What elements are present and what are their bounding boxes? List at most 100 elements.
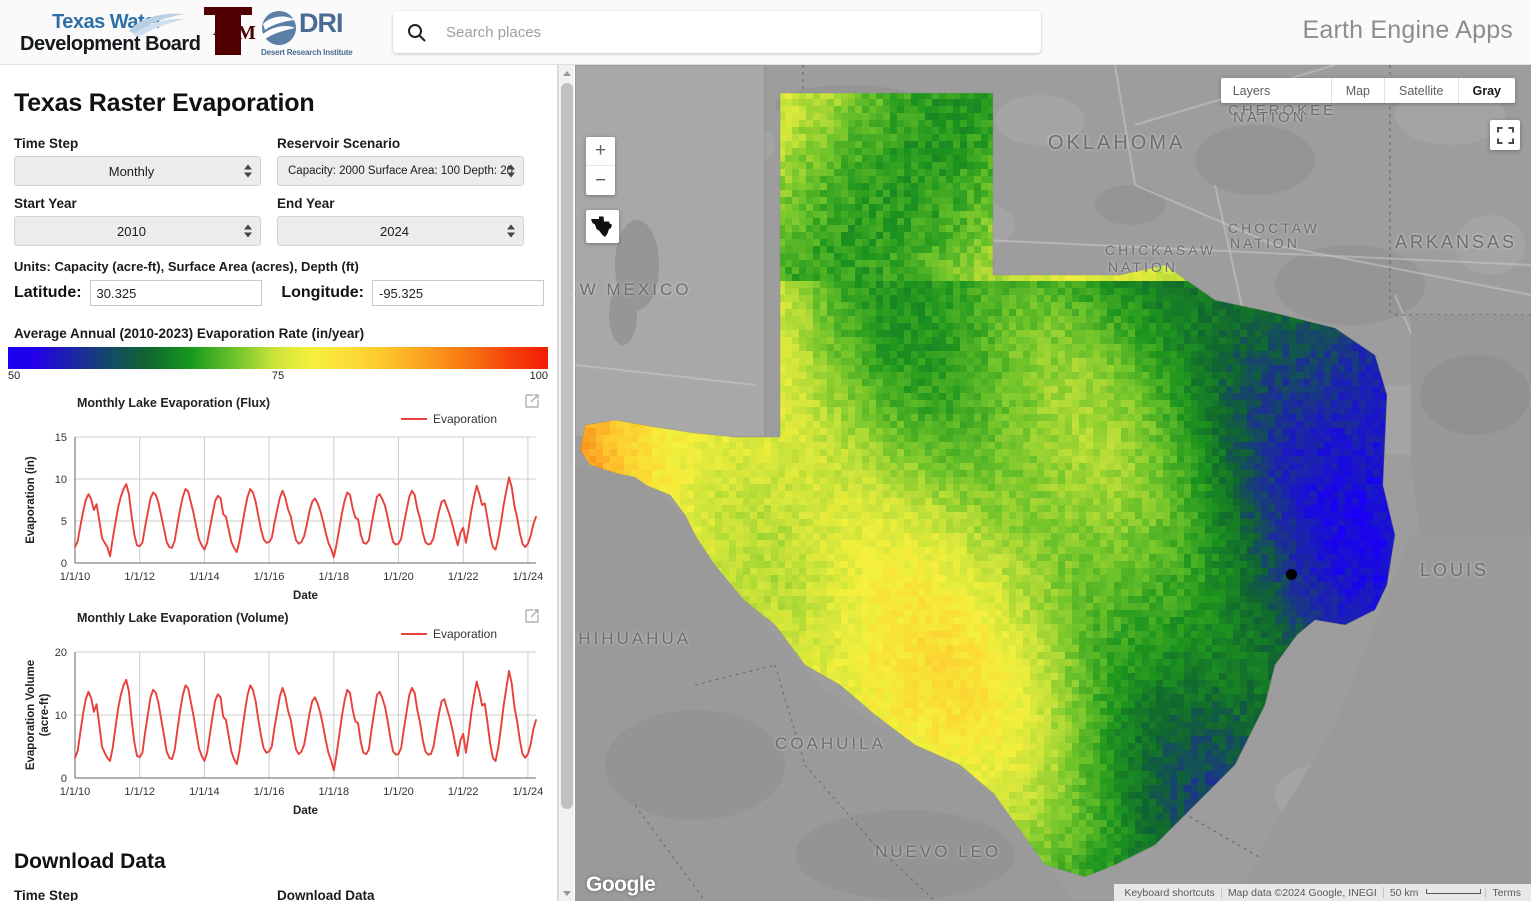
- keyboard-shortcuts-link[interactable]: Keyboard shortcuts: [1118, 887, 1220, 899]
- svg-text:1/1/22: 1/1/22: [448, 786, 479, 798]
- search-places-box[interactable]: [393, 11, 1041, 53]
- svg-text:5: 5: [61, 516, 67, 528]
- terms-link[interactable]: Terms: [1486, 887, 1527, 899]
- chevron-updown-icon: [507, 224, 515, 238]
- texas-extent-button[interactable]: [586, 210, 619, 243]
- svg-text:1/1/12: 1/1/12: [124, 571, 155, 583]
- dri-subtitle: Desert Research Institute: [261, 48, 353, 57]
- svg-text:1/1/16: 1/1/16: [254, 571, 285, 583]
- fullscreen-button[interactable]: [1490, 120, 1520, 150]
- scroll-down-arrow-icon[interactable]: [559, 885, 575, 901]
- svg-text:1/1/12: 1/1/12: [124, 786, 155, 798]
- search-icon: [407, 23, 426, 42]
- svg-text:10: 10: [55, 710, 67, 722]
- svg-text:Date: Date: [293, 805, 318, 817]
- zoom-in-button[interactable]: +: [586, 137, 615, 166]
- map-type-map[interactable]: Map: [1330, 78, 1385, 103]
- svg-text:1/1/10: 1/1/10: [60, 786, 91, 798]
- svg-text:1/1/20: 1/1/20: [383, 571, 414, 583]
- svg-text:1/1/20: 1/1/20: [383, 786, 414, 798]
- texas-shape-icon: [591, 216, 612, 237]
- texas-water-development-board-logo: Texas Water Development Board: [10, 7, 201, 57]
- longitude-label: Longitude:: [281, 284, 364, 301]
- download-time-step-label: Time Step: [14, 888, 79, 901]
- evaporation-colorbar: [8, 347, 548, 369]
- water-swoosh-icon: [129, 13, 185, 37]
- svg-text:1/1/24: 1/1/24: [513, 786, 544, 798]
- time-step-group: Time Step Monthly: [14, 136, 261, 186]
- svg-text:1/1/14: 1/1/14: [189, 571, 220, 583]
- chart-flux-canvas: 0 5 10 15 1/1/10 1/1/12 1/1/14 1/1/16 1/1/18 1/1/…: [25, 432, 544, 602]
- svg-text:0: 0: [61, 773, 67, 785]
- end-year-group: End Year 2024: [277, 196, 524, 246]
- map-attribution-bar: Keyboard shortcuts Map data ©2024 Google…: [1114, 884, 1531, 901]
- svg-text:1/1/16: 1/1/16: [254, 786, 285, 798]
- svg-text:Evaporation (in): Evaporation (in): [25, 456, 37, 544]
- chevron-updown-icon: [507, 164, 515, 178]
- reservoir-scenario-select[interactable]: Capacity: 2000 Surface Area: 100 Depth: …: [277, 156, 524, 186]
- page-title: Texas Raster Evaporation: [14, 89, 315, 117]
- layers-dropdown[interactable]: Layers: [1220, 78, 1331, 103]
- texas-am-logo: A M: [197, 5, 259, 59]
- search-input[interactable]: [444, 11, 1041, 53]
- map-type-gray[interactable]: Gray: [1457, 78, 1515, 103]
- chevron-updown-icon: [244, 164, 252, 178]
- start-year-label: Start Year: [14, 196, 77, 211]
- end-year-label: End Year: [277, 196, 335, 211]
- download-time-step-group: Time Step Monthly: [14, 888, 261, 901]
- selected-location-marker: [1286, 569, 1297, 580]
- dri-title: DRI: [299, 8, 343, 38]
- download-data-label: Download Data: [277, 888, 375, 901]
- svg-text:Evaporation Volume: Evaporation Volume: [25, 660, 37, 770]
- colorbar-tick-max: 100: [529, 370, 548, 382]
- zoom-controls[interactable]: + −: [586, 137, 615, 195]
- svg-text:1/1/24: 1/1/24: [513, 571, 544, 583]
- svg-text:Date: Date: [293, 590, 318, 602]
- map-canvas[interactable]: [575, 65, 1531, 901]
- end-year-select[interactable]: 2024: [277, 216, 524, 246]
- svg-text:(acre-ft): (acre-ft): [39, 693, 51, 736]
- google-watermark: Google: [586, 873, 656, 896]
- colorbar-tick-min: 50: [8, 370, 21, 382]
- map-type-controls[interactable]: Layers Map Satellite Gray: [1220, 78, 1515, 103]
- scrollbar-thumb[interactable]: [561, 83, 573, 809]
- svg-text:0: 0: [61, 558, 67, 570]
- map-scale-label: 50 km: [1389, 886, 1419, 899]
- latitude-input[interactable]: [89, 280, 262, 306]
- longitude-input[interactable]: [372, 280, 544, 306]
- fullscreen-icon: [1496, 126, 1514, 144]
- end-year-value: 2024: [380, 223, 409, 239]
- reservoir-scenario-label: Reservoir Scenario: [277, 136, 401, 151]
- map-type-satellite[interactable]: Satellite: [1384, 78, 1458, 103]
- svg-text:1/1/18: 1/1/18: [319, 786, 350, 798]
- svg-text:10: 10: [55, 474, 67, 486]
- dri-globe-icon: [262, 11, 296, 45]
- panel-scrollbar[interactable]: [558, 65, 574, 901]
- download-data-group: Download Data Update Link: [277, 888, 524, 901]
- map-scale-bar: [1426, 889, 1482, 894]
- time-step-value: Monthly: [108, 163, 155, 179]
- zoom-out-button[interactable]: −: [586, 166, 615, 195]
- latitude-label: Latitude:: [14, 284, 82, 301]
- start-year-group: Start Year 2010: [14, 196, 261, 246]
- logo-group: Texas Water Development Board A M DRI De…: [0, 5, 366, 59]
- svg-text:M: M: [237, 22, 256, 44]
- svg-text:1/1/10: 1/1/10: [60, 571, 91, 583]
- colorbar-ticks: 50 75 100: [8, 369, 548, 385]
- start-year-select[interactable]: 2010: [14, 216, 261, 246]
- colorbar-tick-mid: 75: [271, 370, 285, 382]
- reservoir-scenario-value: Capacity: 2000 Surface Area: 100 Depth: …: [288, 165, 514, 177]
- chevron-updown-icon: [244, 224, 252, 238]
- scroll-up-arrow-icon[interactable]: [559, 65, 575, 81]
- svg-text:15: 15: [55, 432, 67, 444]
- chart-volume: Monthly Lake Evaporation (Volume) Evapor…: [12, 608, 552, 820]
- desert-research-institute-logo: DRI Desert Research Institute: [261, 6, 366, 58]
- time-step-select[interactable]: Monthly: [14, 156, 261, 186]
- svg-text:1/1/14: 1/1/14: [189, 786, 220, 798]
- map-viewport[interactable]: OKLAHOMA CHEROKEE NATION CHICKASAW NATION CHO…: [575, 65, 1531, 901]
- time-step-label: Time Step: [14, 136, 79, 151]
- map-data-attribution: Map data ©2024 Google, INEGI: [1227, 886, 1377, 899]
- tamu-mark-icon: A M: [204, 7, 256, 55]
- svg-text:20: 20: [55, 647, 67, 659]
- chart-volume-canvas: 0 10 20 1/1/10 1/1/12 1/1/14 1/1/16 1/1/18 1/1/2…: [25, 647, 544, 817]
